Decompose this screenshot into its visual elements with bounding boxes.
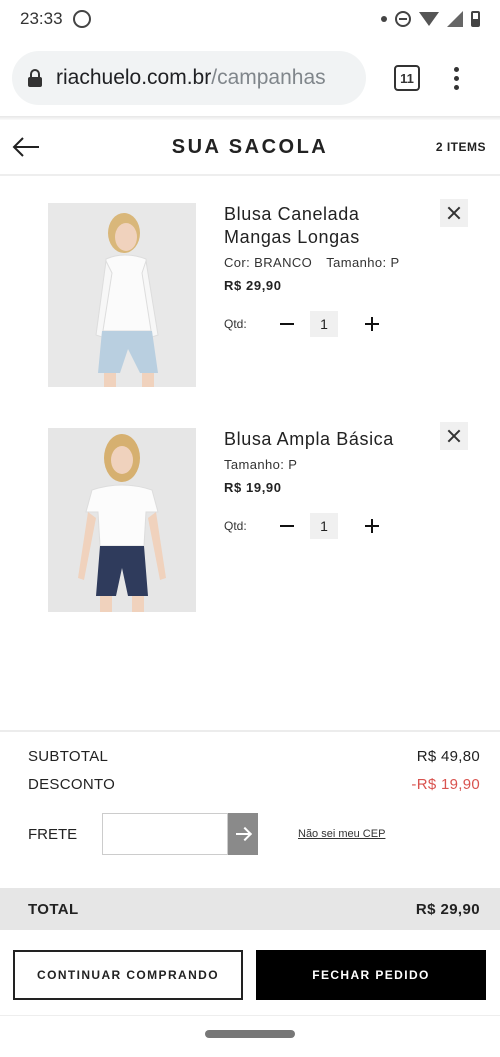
continue-shopping-button[interactable]: CONTINUAR COMPRANDO (13, 950, 243, 1000)
checkout-button[interactable]: FECHAR PEDIDO (256, 950, 486, 1000)
subtotal-row: SUBTOTAL R$ 49,80 (28, 748, 480, 765)
cep-submit-button[interactable] (228, 813, 258, 855)
browser-toolbar: riachuelo.com.br/campanhas 11 (0, 42, 500, 114)
product-attributes: Cor: BRANCO Tamanho: P (224, 255, 440, 270)
subtotal-label: SUBTOTAL (28, 748, 109, 765)
wifi-icon (419, 12, 439, 26)
remove-item-button[interactable] (440, 199, 468, 227)
product-photo-icon (48, 428, 196, 612)
browser-menu-icon[interactable] (450, 63, 463, 94)
cep-input[interactable] (102, 813, 228, 855)
quantity-stepper: Qtd: 1 (224, 513, 440, 539)
product-price: R$ 29,90 (224, 278, 282, 293)
url-text[interactable]: riachuelo.com.br/campanhas (56, 66, 326, 90)
product-size: Tamanho: P (224, 457, 298, 472)
product-name-line: Blusa Canelada (224, 204, 360, 224)
address-bar[interactable]: riachuelo.com.br/campanhas (12, 51, 366, 105)
quantity-value[interactable]: 1 (310, 311, 338, 337)
increase-quantity-button[interactable] (360, 514, 384, 538)
product-color: Cor: BRANCO (224, 255, 313, 270)
lock-icon[interactable] (28, 69, 42, 87)
home-indicator[interactable] (205, 1030, 295, 1038)
product-photo-icon (48, 203, 196, 387)
discount-value: -R$ 19,90 (411, 776, 480, 793)
product-name-line: Blusa Ampla Básica (224, 429, 394, 449)
product-info: Blusa Ampla Básica Tamanho: P R$ 19,90 Q… (224, 428, 440, 539)
decrease-quantity-button[interactable] (274, 514, 298, 538)
whatsapp-icon (72, 10, 91, 28)
tab-switcher-button[interactable]: 11 (394, 65, 420, 91)
decrease-quantity-button[interactable] (274, 312, 298, 336)
cart-header: SUA SACOLA 2 ITEMS (0, 120, 500, 176)
quantity-stepper: Qtd: 1 (224, 311, 440, 337)
increase-quantity-button[interactable] (360, 312, 384, 336)
page-title: SUA SACOLA (171, 136, 329, 158)
total-value: R$ 29,90 (415, 900, 480, 918)
do-not-disturb-icon (395, 11, 411, 27)
quantity-label: Qtd: (224, 519, 247, 533)
product-image[interactable] (48, 428, 196, 612)
url-path: /campanhas (211, 66, 326, 89)
subtotal-value: R$ 49,80 (416, 748, 480, 765)
url-domain: riachuelo.com.br (56, 66, 212, 89)
quantity-value[interactable]: 1 (310, 513, 338, 539)
bottom-divider (0, 1015, 500, 1016)
product-name[interactable]: Blusa Ampla Básica (224, 428, 440, 451)
discount-row: DESCONTO -R$ 19,90 (28, 776, 480, 793)
quantity-label: Qtd: (224, 317, 247, 331)
items-count: 2 ITEMS (435, 140, 486, 154)
discount-label: DESCONTO (28, 776, 116, 793)
product-info: Blusa Canelada Mangas Longas Cor: BRANCO… (224, 203, 440, 337)
signal-icon (447, 11, 463, 27)
notification-dot-icon (381, 16, 387, 22)
total-label: TOTAL (28, 900, 79, 918)
total-bar: TOTAL R$ 29,90 (0, 888, 500, 930)
product-attributes: Tamanho: P (224, 457, 440, 472)
shipping-label: FRETE (28, 825, 78, 843)
status-bar: 23:33 (0, 0, 500, 38)
battery-icon (471, 11, 480, 27)
summary-divider (0, 730, 500, 732)
status-time: 23:33 (20, 9, 63, 28)
product-price: R$ 19,90 (224, 480, 282, 495)
product-size: Tamanho: P (326, 255, 400, 270)
unknown-cep-link[interactable]: Não sei meu CEP (298, 828, 385, 840)
remove-item-button[interactable] (440, 422, 468, 450)
product-image[interactable] (48, 203, 196, 387)
product-name-line: Mangas Longas (224, 227, 360, 247)
status-icons (381, 11, 480, 27)
shipping-row: FRETE Não sei meu CEP (28, 813, 488, 855)
product-name[interactable]: Blusa Canelada Mangas Longas (224, 203, 440, 249)
